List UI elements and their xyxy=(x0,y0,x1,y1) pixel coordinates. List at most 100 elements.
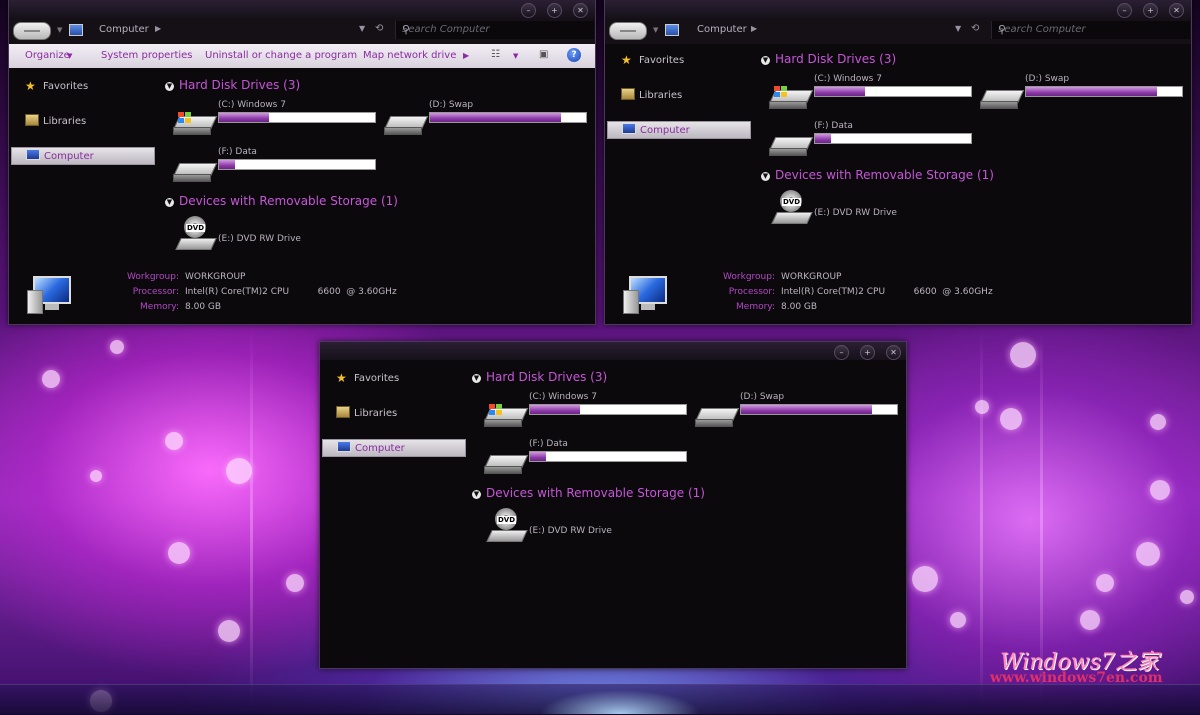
recent-pages-dropdown-icon[interactable]: ▼ xyxy=(653,26,658,34)
nav-label: Computer xyxy=(44,151,94,162)
content-area: ★ Favorites Libraries Computer ▼ Hard Disk… xyxy=(605,44,1191,324)
nav-item-libraries[interactable]: Libraries xyxy=(607,87,749,103)
star-icon: ★ xyxy=(621,53,632,67)
drive-f[interactable]: (F:) Data xyxy=(172,147,376,193)
collapse-chevron-icon[interactable]: ▼ xyxy=(761,56,770,65)
drive-c[interactable]: (C:) Windows 7 xyxy=(483,392,687,438)
drive-d[interactable]: (D:) Swap xyxy=(694,392,898,438)
refresh-icon[interactable]: ⟲ xyxy=(375,23,383,34)
nav-item-computer[interactable]: Computer xyxy=(322,439,466,457)
computer-icon xyxy=(69,24,83,36)
close-button[interactable]: ✕ xyxy=(573,3,588,18)
drive-usage-bar xyxy=(529,404,687,415)
breadcrumb[interactable]: Computer xyxy=(697,24,747,35)
drive-usage-bar xyxy=(740,404,898,415)
nav-item-computer[interactable]: Computer xyxy=(11,147,155,165)
search-input[interactable]: Search Computer ⚲ xyxy=(395,21,594,39)
drive-f[interactable]: (F:) Data xyxy=(483,439,687,485)
nav-item-favorites[interactable]: ★ Favorites xyxy=(607,52,749,68)
minimize-button[interactable]: – xyxy=(834,345,849,360)
recent-pages-dropdown-icon[interactable]: ▼ xyxy=(57,26,62,34)
organize-button[interactable]: Organize xyxy=(25,50,70,61)
group-title: Devices with Removable Storage (1) xyxy=(775,168,994,182)
nav-label: Libraries xyxy=(639,90,683,101)
windows-drive-icon xyxy=(768,86,814,109)
search-input[interactable]: Search Computer ⚲ xyxy=(991,21,1190,39)
nav-item-libraries[interactable]: Libraries xyxy=(322,405,464,421)
windows-drive-icon xyxy=(483,404,529,427)
group-title: Hard Disk Drives (3) xyxy=(775,52,897,66)
more-commands-icon[interactable]: ▶ xyxy=(463,51,469,60)
drive-c[interactable]: (C:) Windows 7 xyxy=(768,74,972,120)
address-dropdown-icon[interactable]: ▼ xyxy=(955,24,961,33)
nav-item-computer[interactable]: Computer xyxy=(607,121,751,139)
collapse-chevron-icon[interactable]: ▼ xyxy=(761,172,770,181)
maximize-button[interactable]: + xyxy=(860,345,875,360)
group-removable-storage[interactable]: ▼ Devices with Removable Storage (1) xyxy=(472,486,705,500)
help-icon[interactable]: ? xyxy=(567,48,581,62)
minimize-button[interactable]: – xyxy=(521,3,536,18)
close-button[interactable]: ✕ xyxy=(1169,3,1184,18)
drive-f[interactable]: (F:) Data xyxy=(768,121,972,167)
workgroup-label: Workgroup: xyxy=(127,272,179,282)
group-hard-disk-drives[interactable]: ▼ Hard Disk Drives (3) xyxy=(165,78,300,92)
explorer-window-1: – + ✕ ▼ Computer ▶ ▼ ⟲ Search Computer ⚲… xyxy=(8,0,596,325)
memory-value: 8.00 GB xyxy=(781,302,818,312)
back-forward-buttons[interactable] xyxy=(609,22,647,40)
collapse-chevron-icon[interactable]: ▼ xyxy=(472,490,481,499)
nav-item-favorites[interactable]: ★ Favorites xyxy=(322,370,464,386)
memory-label: Memory: xyxy=(140,302,179,312)
group-hard-disk-drives[interactable]: ▼ Hard Disk Drives (3) xyxy=(761,52,896,66)
system-properties-button[interactable]: System properties xyxy=(101,50,193,61)
drive-e-dvd[interactable]: DVD (E:) DVD RW Drive xyxy=(770,190,970,236)
maximize-button[interactable]: + xyxy=(1143,3,1158,18)
change-view-icon[interactable]: ☷ xyxy=(491,49,500,60)
nav-label: Favorites xyxy=(639,55,685,66)
address-dropdown-icon[interactable]: ▼ xyxy=(359,24,365,33)
organize-dropdown-icon[interactable]: ▼ xyxy=(67,52,72,60)
search-icon[interactable]: ⚲ xyxy=(402,23,590,36)
map-network-drive-button[interactable]: Map network drive xyxy=(363,50,456,61)
dvd-icon-text: DVD xyxy=(782,198,802,206)
drive-e-dvd[interactable]: DVD (E:) DVD RW Drive xyxy=(485,508,685,554)
address-bar: ▼ Computer ▶ ▼ ⟲ Search Computer ⚲ xyxy=(9,18,595,44)
back-forward-buttons[interactable] xyxy=(13,22,51,40)
nav-label: Libraries xyxy=(43,116,87,127)
minimize-button[interactable]: – xyxy=(1117,3,1132,18)
memory-value: 8.00 GB xyxy=(185,302,222,312)
collapse-chevron-icon[interactable]: ▼ xyxy=(165,82,174,91)
breadcrumb[interactable]: Computer xyxy=(99,24,149,35)
nav-item-libraries[interactable]: Libraries xyxy=(11,113,153,129)
drive-label: (F:) Data xyxy=(814,121,853,131)
uninstall-button[interactable]: Uninstall or change a program xyxy=(205,50,357,61)
nav-item-favorites[interactable]: ★ Favorites xyxy=(11,78,153,94)
collapse-chevron-icon[interactable]: ▼ xyxy=(165,198,174,207)
collapse-chevron-icon[interactable]: ▼ xyxy=(472,374,481,383)
processor-label: Processor: xyxy=(728,287,775,297)
libraries-icon xyxy=(336,406,350,421)
windows-drive-icon xyxy=(172,112,218,135)
search-icon[interactable]: ⚲ xyxy=(998,23,1186,36)
group-removable-storage[interactable]: ▼ Devices with Removable Storage (1) xyxy=(165,194,398,208)
view-dropdown-icon[interactable]: ▼ xyxy=(513,52,518,60)
close-button[interactable]: ✕ xyxy=(886,345,901,360)
processor-value: Intel(R) Core(TM)2 CPU 6600 @ 3.60GHz xyxy=(781,287,993,297)
dvd-icon-text: DVD xyxy=(497,516,517,524)
breadcrumb-chevron-icon[interactable]: ▶ xyxy=(751,24,757,33)
maximize-button[interactable]: + xyxy=(547,3,562,18)
breadcrumb-chevron-icon[interactable]: ▶ xyxy=(155,24,161,33)
drive-c[interactable]: (C:) Windows 7 xyxy=(172,100,376,146)
title-bar[interactable]: – + ✕ xyxy=(320,342,906,360)
nav-label: Computer xyxy=(355,443,405,454)
drive-label: (C:) Windows 7 xyxy=(814,74,882,84)
title-bar[interactable]: – + ✕ xyxy=(9,0,595,18)
refresh-icon[interactable]: ⟲ xyxy=(971,23,979,34)
preview-pane-icon[interactable]: ▣ xyxy=(539,49,548,60)
group-hard-disk-drives[interactable]: ▼ Hard Disk Drives (3) xyxy=(472,370,607,384)
taskbar-glow xyxy=(520,684,720,714)
group-removable-storage[interactable]: ▼ Devices with Removable Storage (1) xyxy=(761,168,994,182)
title-bar[interactable]: – + ✕ xyxy=(605,0,1191,18)
drive-e-dvd[interactable]: DVD (E:) DVD RW Drive xyxy=(174,216,374,262)
drive-d[interactable]: (D:) Swap xyxy=(383,100,587,146)
drive-d[interactable]: (D:) Swap xyxy=(979,74,1183,120)
